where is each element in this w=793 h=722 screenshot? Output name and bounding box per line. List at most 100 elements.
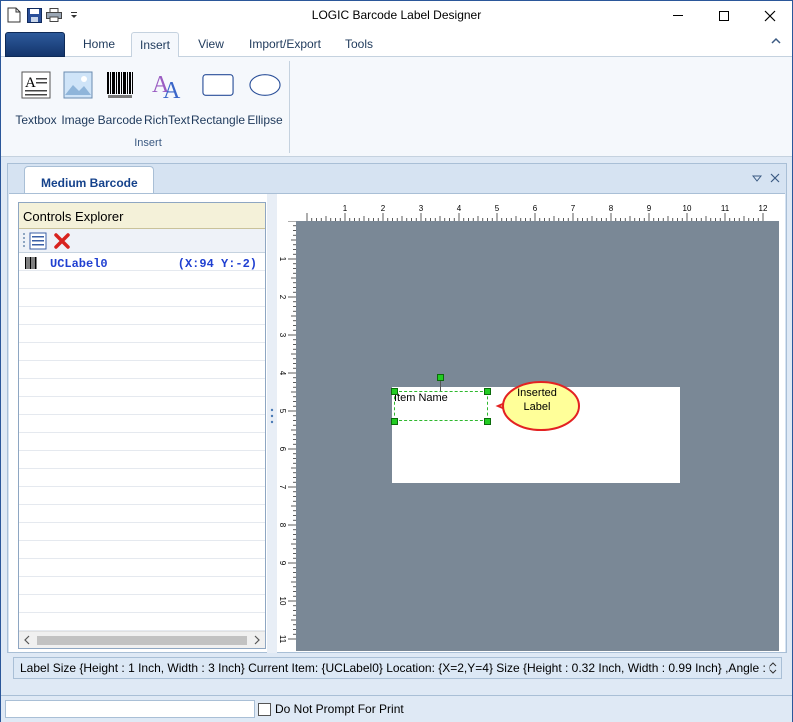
callout-line-1: Inserted (517, 387, 557, 399)
list-item[interactable]: UCLabel0 (X:94 Y:-2) (19, 256, 265, 272)
image-button[interactable]: Image (59, 69, 97, 131)
ruler-label: 1 (343, 204, 348, 213)
callout-text: Inserted Label (511, 386, 563, 414)
toolbar-grip (23, 233, 25, 249)
document-tab[interactable]: Medium Barcode (24, 166, 154, 194)
controls-explorer-title: Controls Explorer (19, 203, 265, 229)
tab-home[interactable]: Home (71, 32, 127, 58)
ruler-label: 7 (278, 485, 287, 490)
image-label: Image (61, 113, 95, 127)
delete-icon[interactable] (53, 232, 71, 253)
resize-handle-bottom-left[interactable] (391, 418, 398, 425)
ruler-label: 3 (278, 333, 287, 338)
application-menu-button[interactable] (5, 32, 65, 57)
document-area: Medium Barcode Controls Explorer UCLabel… (7, 163, 787, 653)
status-text: Label Size {Height : 1 Inch, Width : 3 I… (20, 661, 770, 675)
tab-insert[interactable]: Insert (131, 32, 179, 58)
resize-handle-top-left[interactable] (391, 388, 398, 395)
barcode-icon (104, 69, 136, 101)
barcode-icon (24, 256, 38, 274)
ruler-label: 3 (419, 204, 424, 213)
ruler-label: 2 (278, 295, 287, 300)
maximize-button[interactable] (701, 1, 747, 30)
ruler-label: 10 (683, 204, 692, 213)
callout-line-2: Label (523, 401, 551, 413)
document-content: Controls Explorer UCLabel0 (X:94 Y:-2) 1… (9, 193, 785, 653)
ruler-label: 4 (278, 371, 287, 376)
properties-list-icon[interactable] (29, 232, 47, 253)
close-document-icon[interactable] (770, 172, 780, 186)
scroll-right-icon[interactable] (253, 634, 261, 648)
ruler-label: 12 (759, 204, 768, 213)
explorer-horizontal-scrollbar[interactable] (19, 631, 265, 648)
rectangle-button[interactable]: Rectangle (191, 69, 245, 131)
ruler-label: 6 (278, 447, 287, 452)
ruler-label: 9 (278, 561, 287, 566)
ruler-label: 8 (609, 204, 614, 213)
do-not-prompt-label[interactable]: Do Not Prompt For Print (275, 702, 404, 716)
panel-splitter[interactable] (267, 194, 277, 653)
richtext-label: RichText (143, 113, 190, 127)
document-tab-controls (751, 172, 780, 186)
minimize-button[interactable] (655, 1, 701, 30)
vertical-ruler: 1 2 3 4 5 6 7 8 9 10 11 (277, 220, 296, 651)
scroll-thumb[interactable] (37, 636, 247, 645)
ruler-label: 2 (381, 204, 386, 213)
barcode-label: Barcode (97, 113, 143, 127)
control-coords: (X:94 Y:-2) (177, 257, 257, 271)
app-window: LOGIC Barcode Label Designer Home Insert… (0, 0, 793, 722)
ribbon-panel: A Textbox Image Barcode AA RichText Rect… (1, 57, 792, 157)
ribbon-group-insert-label: Insert (134, 137, 162, 149)
barcode-button[interactable]: Barcode (97, 69, 143, 131)
textbox-label: Textbox (15, 113, 57, 127)
control-name: UCLabel0 (50, 257, 108, 271)
ellipse-button[interactable]: Ellipse (245, 69, 285, 131)
svg-text:A: A (163, 78, 181, 100)
tab-import-export[interactable]: Import/Export (241, 32, 329, 58)
rotate-handle[interactable] (437, 374, 444, 381)
controls-explorer-toolbar (19, 229, 265, 253)
ruler-label: 10 (278, 597, 287, 606)
ruler-label: 5 (495, 204, 500, 213)
richtext-button[interactable]: AA RichText (143, 69, 191, 131)
ribbon-group-separator (289, 61, 290, 153)
rectangle-label: Rectangle (191, 113, 246, 127)
tab-list-dropdown-icon[interactable] (751, 172, 763, 186)
tab-tools[interactable]: Tools (335, 32, 383, 58)
horizontal-ruler: 1 2 3 4 5 6 7 8 9 10 11 12 (296, 202, 779, 221)
status-bar: Label Size {Height : 1 Inch, Width : 3 I… (13, 657, 782, 679)
ribbon-tab-strip: Home Insert View Import/Export Tools (1, 30, 792, 58)
bottom-status-field (5, 700, 255, 718)
document-tab-label: Medium Barcode (41, 176, 138, 190)
item-name-text[interactable]: Item Name (394, 392, 448, 404)
textbox-button[interactable]: A Textbox (13, 69, 59, 131)
design-canvas[interactable]: Item Name Inserted Label (296, 221, 779, 651)
ruler-label: 5 (278, 409, 287, 414)
richtext-icon: AA (151, 69, 183, 101)
ruler-label: 8 (278, 523, 287, 528)
image-icon (62, 69, 94, 101)
ellipse-icon (249, 69, 281, 101)
rectangle-icon (202, 69, 234, 101)
bottom-bar: Do Not Prompt For Print (1, 695, 792, 722)
status-scroll-button[interactable] (767, 660, 779, 676)
ribbon-collapse-icon[interactable] (770, 35, 784, 49)
ruler-corner (277, 202, 296, 221)
ellipse-label: Ellipse (247, 113, 283, 127)
controls-list: UCLabel0 (X:94 Y:-2) (19, 253, 265, 631)
do-not-prompt-checkbox[interactable] (258, 703, 271, 716)
close-button[interactable] (747, 1, 793, 30)
ruler-label: 11 (721, 204, 730, 213)
ruler-label: 1 (278, 257, 287, 262)
ruler-label: 11 (278, 635, 287, 644)
svg-text:A: A (25, 75, 36, 91)
ruler-label: 4 (457, 204, 462, 213)
controls-explorer: Controls Explorer UCLabel0 (X:94 Y:-2) (18, 202, 266, 649)
scroll-left-icon[interactable] (23, 634, 31, 648)
ruler-label: 7 (571, 204, 576, 213)
ruler-label: 9 (647, 204, 652, 213)
ruler-label: 6 (533, 204, 538, 213)
tab-view[interactable]: View (187, 32, 235, 58)
textbox-icon: A (20, 69, 52, 101)
title-bar: LOGIC Barcode Label Designer (1, 1, 792, 30)
